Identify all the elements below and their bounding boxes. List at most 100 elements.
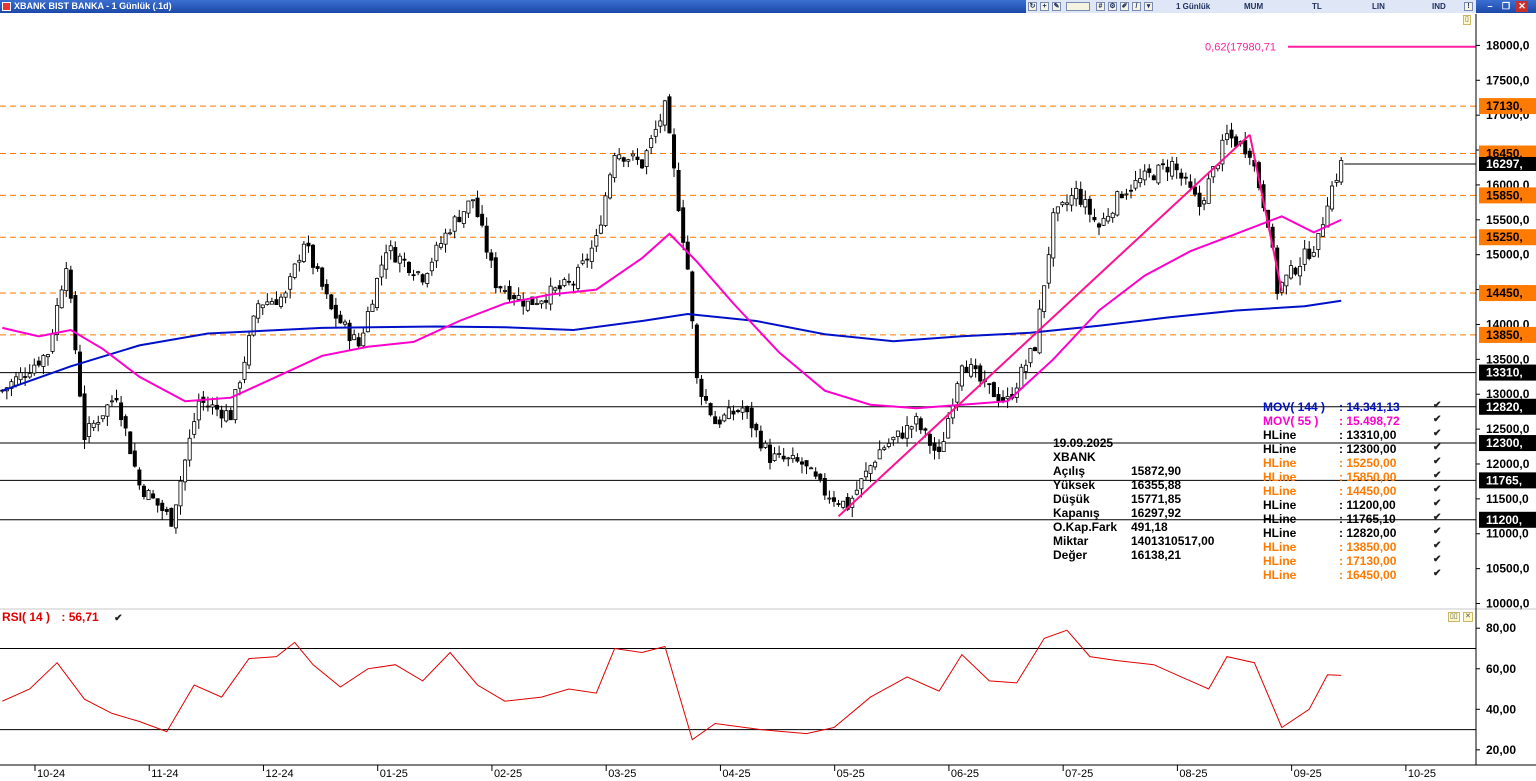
legend-row[interactable]: HLine: 13310,00 ✔ bbox=[1263, 428, 1441, 442]
legend-row[interactable]: HLine: 14450,00 ✔ bbox=[1263, 484, 1441, 498]
price-axis: 18000,017500,017000,016500,016000,015500… bbox=[0, 14, 1536, 765]
info-key: Düşük bbox=[1053, 492, 1090, 506]
candle-body bbox=[790, 455, 795, 460]
time-tick-label: 11-24 bbox=[151, 768, 178, 780]
candle-body bbox=[562, 279, 567, 286]
candle-body bbox=[1046, 254, 1051, 284]
candle-body bbox=[905, 425, 910, 439]
candle-body bbox=[818, 473, 823, 480]
info-key: Yüksek bbox=[1053, 478, 1096, 492]
legend-row[interactable]: HLine: 13850,00 ✔ bbox=[1263, 540, 1441, 554]
candle-body bbox=[694, 324, 699, 379]
candle-body bbox=[128, 431, 133, 455]
info-value: 15771,85 bbox=[1131, 492, 1182, 506]
legend-row[interactable]: MOV( 144 ): 14.341,13 ✔ bbox=[1263, 400, 1441, 414]
candle-body bbox=[242, 361, 247, 380]
candle-body bbox=[566, 280, 571, 283]
pane-close-icon[interactable]: ✕ bbox=[1463, 612, 1473, 622]
hline-tag-label: 15250, bbox=[1486, 230, 1523, 244]
candle-body bbox=[882, 447, 887, 450]
legend-row[interactable]: HLine: 11200,00 ✔ bbox=[1263, 498, 1441, 512]
legend-name: HLine bbox=[1263, 526, 1297, 540]
rsi-tick-label: 80,00 bbox=[1486, 621, 1516, 635]
candle-body bbox=[1325, 205, 1330, 228]
candle-body bbox=[1019, 366, 1024, 389]
candle-body bbox=[749, 407, 754, 429]
candle-body bbox=[1078, 188, 1083, 205]
legend-name: HLine bbox=[1263, 428, 1297, 442]
legend-row[interactable]: HLine: 15850,00 ✔ bbox=[1263, 470, 1441, 484]
candle-body bbox=[498, 286, 503, 289]
candle-body bbox=[672, 134, 677, 169]
candle-body bbox=[365, 311, 370, 333]
candle-body bbox=[991, 382, 996, 398]
price-tick-label: 17500,0 bbox=[1486, 73, 1530, 87]
check-icon[interactable]: ✔ bbox=[1433, 456, 1441, 467]
candle-body bbox=[333, 304, 338, 319]
candle-body bbox=[338, 314, 343, 324]
candle-body bbox=[1142, 170, 1147, 181]
candle-body bbox=[1174, 163, 1179, 171]
check-icon[interactable]: ✔ bbox=[1433, 428, 1441, 439]
check-icon[interactable]: ✔ bbox=[114, 613, 122, 624]
candle-body bbox=[795, 457, 800, 462]
legend-row[interactable]: MOV( 55 ): 15.498,72 ✔ bbox=[1263, 414, 1441, 428]
legend-row[interactable]: HLine: 12300,00 ✔ bbox=[1263, 442, 1441, 456]
candle-body bbox=[434, 244, 439, 262]
candle-body bbox=[1147, 168, 1152, 173]
check-icon[interactable]: ✔ bbox=[1433, 470, 1441, 481]
candle-body bbox=[900, 432, 905, 439]
candle-body bbox=[969, 364, 974, 377]
check-icon[interactable]: ✔ bbox=[1433, 414, 1441, 425]
legend-row[interactable]: HLine: 11765,10 ✔ bbox=[1263, 512, 1441, 526]
pane-control-icon[interactable]: ▯ bbox=[1463, 15, 1471, 25]
candle-body bbox=[192, 421, 197, 435]
candle-body bbox=[87, 423, 92, 437]
candle-body bbox=[50, 333, 55, 352]
candle-body bbox=[662, 100, 667, 126]
legend-value: : 11765,10 bbox=[1339, 512, 1396, 526]
candle-body bbox=[123, 416, 128, 429]
pane-control-icon[interactable]: ▯▯ bbox=[1448, 612, 1460, 622]
check-icon[interactable]: ✔ bbox=[1433, 484, 1441, 495]
check-icon[interactable]: ✔ bbox=[1433, 568, 1441, 579]
info-date: 19.09.2025 bbox=[1053, 436, 1114, 450]
candle-body bbox=[1298, 266, 1303, 277]
info-row: Miktar 1401310517,00 bbox=[1053, 534, 1214, 548]
legend-value: : 16450,00 bbox=[1339, 568, 1397, 582]
legend-row[interactable]: HLine: 16450,00 ✔ bbox=[1263, 568, 1441, 582]
candle-body bbox=[265, 301, 270, 305]
check-icon[interactable]: ✔ bbox=[1433, 540, 1441, 551]
candle-body bbox=[164, 509, 169, 512]
check-icon[interactable]: ✔ bbox=[1433, 526, 1441, 537]
check-icon[interactable]: ✔ bbox=[1433, 442, 1441, 453]
candle-body bbox=[644, 150, 649, 167]
candle-body bbox=[1165, 166, 1170, 173]
check-icon[interactable]: ✔ bbox=[1433, 554, 1441, 565]
candle-body bbox=[1060, 201, 1065, 206]
candle-body bbox=[36, 360, 41, 366]
candle-body bbox=[1005, 396, 1010, 400]
info-value: 491,18 bbox=[1131, 520, 1168, 534]
candle-body bbox=[589, 247, 594, 262]
candle-body bbox=[626, 159, 631, 162]
check-icon[interactable]: ✔ bbox=[1433, 400, 1441, 411]
candle-body bbox=[804, 460, 809, 467]
price-tick-label: 10500,0 bbox=[1486, 562, 1530, 576]
time-tick-label: 06-25 bbox=[951, 768, 979, 780]
price-chart[interactable]: 18000,017500,017000,016500,016000,015500… bbox=[0, 0, 1536, 781]
candle-body bbox=[594, 235, 599, 247]
check-icon[interactable]: ✔ bbox=[1433, 498, 1441, 509]
candle-body bbox=[571, 283, 576, 286]
candle-body bbox=[777, 453, 782, 455]
candle-body bbox=[18, 372, 23, 381]
legend-row[interactable]: HLine: 17130,00 ✔ bbox=[1263, 554, 1441, 568]
candle-body bbox=[64, 268, 69, 292]
candle-body bbox=[1065, 202, 1070, 205]
check-icon[interactable]: ✔ bbox=[1433, 512, 1441, 523]
candle-body bbox=[215, 404, 220, 410]
hline-tag-label: 17130, bbox=[1486, 99, 1523, 113]
legend-row[interactable]: HLine: 15250,00 ✔ bbox=[1263, 456, 1441, 470]
legend-row[interactable]: HLine: 12820,00 ✔ bbox=[1263, 526, 1441, 540]
candle-body bbox=[1110, 212, 1115, 219]
